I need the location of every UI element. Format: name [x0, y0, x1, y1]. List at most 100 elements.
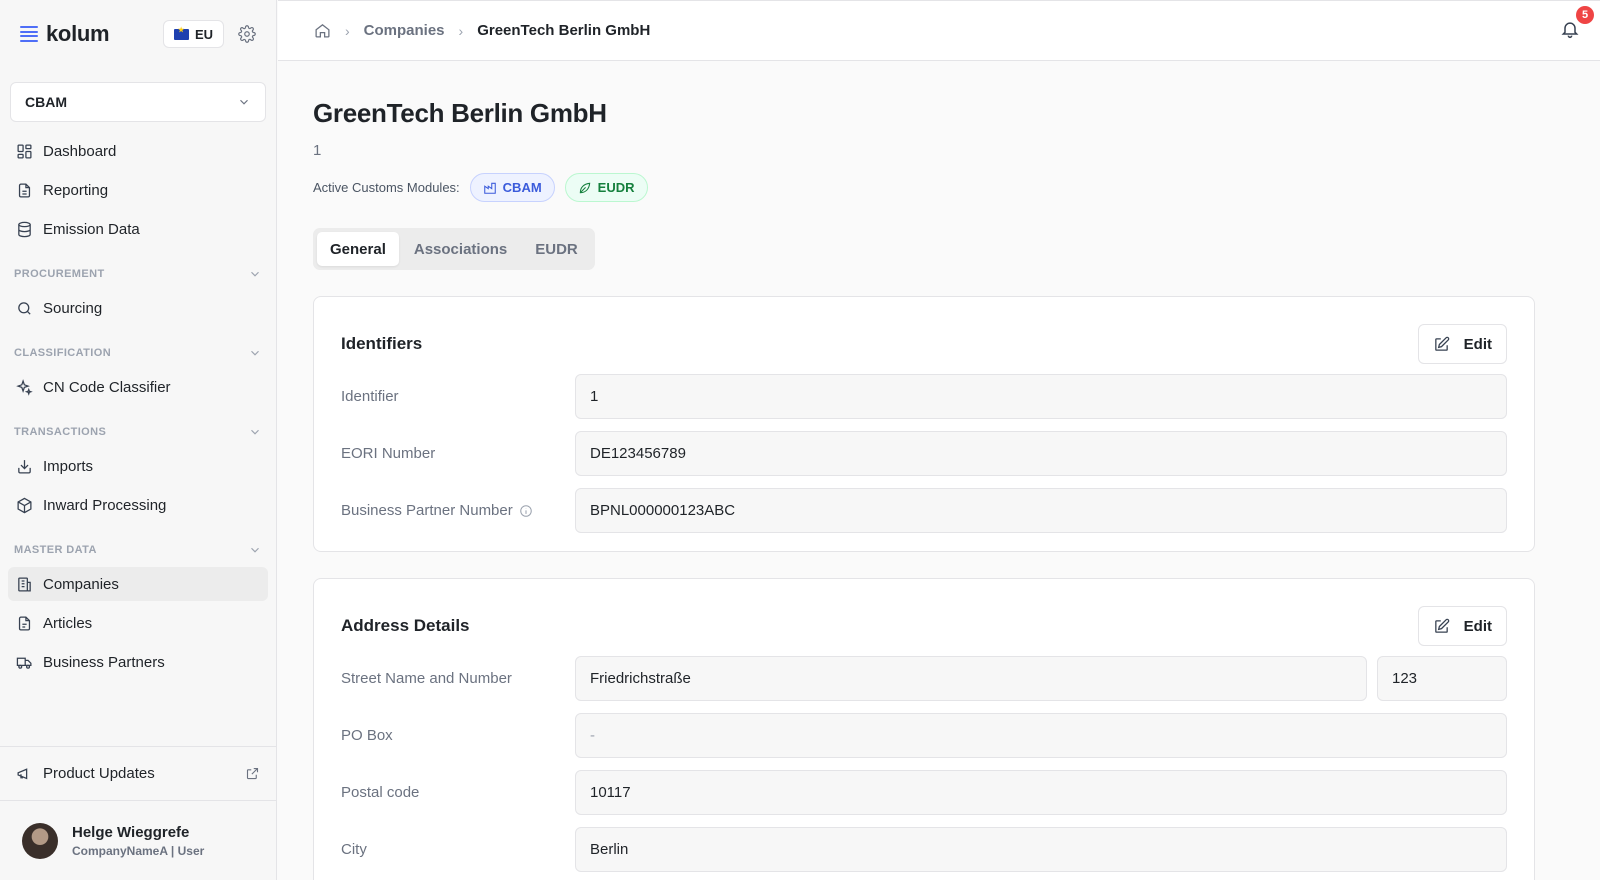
module-chip-eudr[interactable]: EUDR: [564, 173, 648, 202]
breadcrumb-companies[interactable]: Companies: [364, 22, 445, 39]
street-name-field[interactable]: Friedrichstraße: [575, 656, 1367, 701]
gear-icon[interactable]: [238, 25, 256, 43]
sidebar-item-companies[interactable]: Companies: [8, 567, 268, 601]
edit-icon: [1434, 618, 1449, 633]
sidebar-item-sourcing[interactable]: Sourcing: [8, 291, 268, 325]
city-field[interactable]: Berlin: [575, 827, 1507, 872]
building-icon: [18, 576, 31, 592]
sidebar-nav: Dashboard Reporting Emission Data PROCUR…: [0, 134, 276, 679]
database-icon: [18, 221, 31, 237]
module-select[interactable]: CBAM: [10, 82, 266, 122]
sidebar-item-business-partners[interactable]: Business Partners: [8, 645, 268, 679]
street-number-field[interactable]: 123: [1377, 656, 1507, 701]
notification-badge: 5: [1576, 6, 1594, 24]
sidebar-item-label: Inward Processing: [43, 496, 167, 514]
field-eori: EORI Number DE123456789: [341, 431, 1507, 476]
field-city: City Berlin: [341, 827, 1507, 872]
avatar: [22, 822, 58, 859]
edit-address-button[interactable]: Edit: [1417, 606, 1507, 646]
user-name: Helge Wieggrefe: [72, 823, 190, 841]
field-label: Postal code: [341, 784, 420, 801]
factory-icon: [483, 182, 496, 194]
edit-identifiers-button[interactable]: Edit: [1417, 324, 1507, 364]
module-chip-cbam[interactable]: CBAM: [469, 173, 555, 202]
field-label: Identifier: [341, 388, 399, 405]
sidebar-item-imports[interactable]: Imports: [8, 449, 268, 483]
sidebar-item-cn-code-classifier[interactable]: CN Code Classifier: [8, 370, 268, 404]
breadcrumb: › Companies › GreenTech Berlin GmbH: [314, 22, 650, 39]
card-title: Identifiers: [341, 334, 423, 353]
sidebar-item-label: Emission Data: [43, 220, 140, 238]
chevron-down-icon: [251, 547, 259, 553]
section-title: CLASSIFICATION: [14, 347, 112, 359]
sparkles-icon: [16, 378, 33, 396]
edit-label: Edit: [1463, 617, 1492, 635]
chevron-right-icon: ›: [345, 22, 350, 39]
tab-associations[interactable]: Associations: [401, 232, 520, 266]
section-classification[interactable]: CLASSIFICATION: [8, 336, 268, 370]
field-label: EORI Number: [341, 445, 436, 462]
package-icon: [17, 497, 32, 513]
region-selector[interactable]: EU: [162, 20, 224, 48]
file-icon: [18, 615, 31, 631]
sidebar-item-reporting[interactable]: Reporting: [8, 173, 268, 207]
postal-code-field[interactable]: 10117: [575, 770, 1507, 815]
info-icon[interactable]: [519, 504, 533, 518]
sidebar-item-label: Articles: [43, 614, 93, 632]
field-street: Street Name and Number Friedrichstraße 1…: [341, 656, 1507, 701]
leaf-icon: [579, 182, 590, 193]
brand-row: kolum EU: [0, 0, 276, 68]
user-profile[interactable]: Helge Wieggrefe CompanyNameA | User: [0, 800, 276, 880]
sidebar: kolum EU CBAM Dashboard Reporting Emissi…: [0, 0, 277, 880]
sidebar-item-articles[interactable]: Articles: [8, 606, 268, 640]
product-updates-link[interactable]: Product Updates: [0, 746, 276, 800]
section-procurement[interactable]: PROCUREMENT: [8, 257, 268, 291]
business-partner-number-field[interactable]: BPNL000000123ABC: [575, 488, 1507, 533]
page-subtitle: 1: [313, 142, 322, 159]
document-icon: [18, 182, 31, 198]
eori-number-field[interactable]: DE123456789: [575, 431, 1507, 476]
chevron-down-icon: [240, 99, 248, 105]
section-title: MASTER DATA: [14, 544, 97, 556]
sidebar-item-inward-processing[interactable]: Inward Processing: [8, 488, 268, 522]
field-label: PO Box: [341, 727, 393, 744]
field-po-box: PO Box -: [341, 713, 1507, 758]
logo-text: kolum: [46, 21, 110, 46]
logo[interactable]: kolum: [20, 21, 110, 47]
tab-general[interactable]: General: [317, 232, 399, 266]
section-title: TRANSACTIONS: [14, 426, 107, 438]
topbar: › Companies › GreenTech Berlin GmbH 5: [278, 0, 1600, 61]
field-identifier: Identifier 1: [341, 374, 1507, 419]
search-icon: [18, 301, 31, 315]
user-subtitle: CompanyNameA | User: [72, 843, 205, 858]
tab-bar: General Associations EUDR: [313, 228, 595, 270]
field-label: City: [341, 841, 367, 858]
tab-eudr[interactable]: EUDR: [522, 232, 591, 266]
sidebar-item-label: Sourcing: [43, 299, 103, 317]
po-box-field[interactable]: -: [575, 713, 1507, 758]
import-icon: [18, 459, 31, 474]
sidebar-item-label: CN Code Classifier: [43, 378, 171, 396]
logo-icon: [20, 26, 38, 42]
sidebar-item-label: Imports: [43, 457, 94, 475]
sidebar-item-emission-data[interactable]: Emission Data: [8, 212, 268, 246]
dashboard-icon: [17, 143, 32, 159]
home-icon[interactable]: [314, 22, 331, 39]
truck-icon: [16, 657, 32, 669]
section-title: PROCUREMENT: [14, 268, 105, 280]
identifier-field[interactable]: 1: [575, 374, 1507, 419]
module-select-value: CBAM: [25, 94, 67, 110]
sidebar-footer: Product Updates Helge Wieggrefe CompanyN…: [0, 746, 276, 880]
main-content: GreenTech Berlin GmbH 1 Active Customs M…: [278, 61, 1600, 880]
chevron-right-icon: ›: [458, 22, 464, 39]
field-bpn: Business Partner Number BPNL000000123ABC: [341, 488, 1507, 533]
section-master-data[interactable]: MASTER DATA: [8, 533, 268, 567]
eu-flag-icon: [173, 26, 189, 40]
sidebar-item-dashboard[interactable]: Dashboard: [8, 134, 268, 168]
field-label-with-info: Business Partner Number: [341, 502, 575, 519]
bell-icon[interactable]: [1560, 19, 1580, 39]
page-title: GreenTech Berlin GmbH: [313, 98, 607, 128]
section-transactions[interactable]: TRANSACTIONS: [8, 415, 268, 449]
edit-icon: [1434, 336, 1449, 351]
active-modules: Active Customs Modules: CBAM EUDR: [313, 173, 1560, 202]
